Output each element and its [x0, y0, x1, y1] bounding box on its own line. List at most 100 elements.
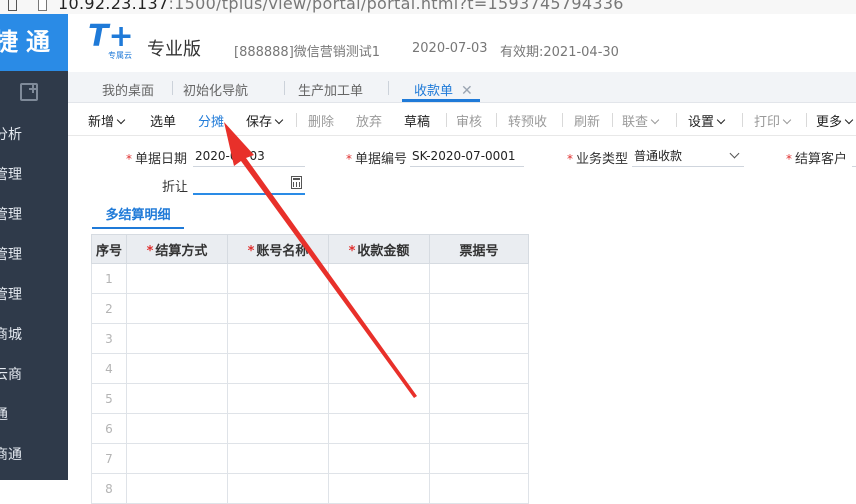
column-header-settle-method-label: 结算方式: [155, 243, 208, 259]
cell-bill-no[interactable]: [429, 443, 529, 474]
settings-button[interactable]: 设置: [688, 111, 726, 130]
table-row: 7: [91, 443, 529, 474]
more-button[interactable]: 更多: [816, 111, 854, 130]
required-marker: *: [247, 243, 255, 259]
table-row: 6: [91, 413, 529, 444]
sidebar-item[interactable]: 管理: [0, 204, 64, 224]
sidebar-item[interactable]: 商通: [0, 444, 64, 464]
row-number: 6: [91, 413, 127, 444]
cell-account-name[interactable]: [227, 473, 329, 504]
tab-production-order[interactable]: 生产加工单: [298, 80, 363, 99]
sidebar-item[interactable]: 商城: [0, 324, 64, 344]
linked-query-button[interactable]: 联查: [622, 111, 660, 130]
column-header-amount: * 收款金额: [328, 234, 430, 264]
cell-amount[interactable]: [328, 293, 430, 324]
tab-receipt[interactable]: 收款单 ✕: [414, 80, 473, 99]
sidebar-item[interactable]: 管理: [0, 284, 64, 304]
print-label: 打印: [754, 115, 781, 130]
cell-settle-method[interactable]: [126, 353, 228, 384]
sidebar-item[interactable]: 云商: [0, 364, 64, 384]
doc-date-input[interactable]: 2020-07-03: [193, 146, 305, 167]
select-button[interactable]: 选单: [150, 111, 176, 130]
save-button[interactable]: 保存: [246, 111, 284, 130]
cell-amount[interactable]: [328, 263, 430, 294]
doc-no-label-text: 单据编号: [355, 152, 408, 167]
settlement-detail-grid: 序号 * 结算方式 * 账号名称 * 收款金额 票据号 1 2 3 4 5 6 7 8: [91, 234, 529, 504]
cell-settle-method[interactable]: [126, 473, 228, 504]
cell-account-name[interactable]: [227, 323, 329, 354]
more-label: 更多: [816, 115, 843, 130]
cell-amount[interactable]: [328, 383, 430, 414]
row-number: 2: [91, 293, 127, 324]
cell-amount[interactable]: [328, 413, 430, 444]
delete-button[interactable]: 删除: [308, 111, 334, 130]
biz-type-select[interactable]: 普通收款: [632, 146, 744, 167]
required-marker: *: [786, 152, 792, 166]
cell-account-name[interactable]: [227, 353, 329, 384]
tab-divider: [284, 81, 285, 95]
cell-bill-no[interactable]: [429, 323, 529, 354]
customer-input[interactable]: [852, 146, 856, 167]
cell-settle-method[interactable]: [126, 443, 228, 474]
audit-button[interactable]: 审核: [456, 111, 482, 130]
cell-settle-method[interactable]: [126, 293, 228, 324]
cell-settle-method[interactable]: [126, 323, 228, 354]
cell-account-name[interactable]: [227, 263, 329, 294]
row-number: 3: [91, 323, 127, 354]
tab-my-desktop[interactable]: 我的桌面: [102, 80, 154, 99]
cell-amount[interactable]: [328, 443, 430, 474]
cell-bill-no[interactable]: [429, 413, 529, 444]
cell-bill-no[interactable]: [429, 473, 529, 504]
cell-account-name[interactable]: [227, 413, 329, 444]
draft-button[interactable]: 草稿: [404, 111, 430, 130]
discount-input[interactable]: [193, 173, 305, 195]
cell-amount[interactable]: [328, 353, 430, 384]
add-shortcut-icon[interactable]: [20, 83, 38, 101]
cell-bill-no[interactable]: [429, 353, 529, 384]
url-text[interactable]: 10.92.23.137:1500/tplus/view/portal/port…: [58, 0, 624, 13]
doc-no-input[interactable]: SK-2020-07-0001: [410, 146, 524, 167]
customer-label: * 结算客户: [786, 148, 847, 167]
cell-amount[interactable]: [328, 323, 430, 354]
tab-init-guide[interactable]: 初始化导航: [183, 80, 248, 99]
toolbar-divider: [676, 113, 677, 127]
table-row: 5: [91, 383, 529, 414]
cell-bill-no[interactable]: [429, 293, 529, 324]
sidebar-item[interactable]: 管理: [0, 244, 64, 264]
prepay-button[interactable]: 转预收: [508, 111, 547, 130]
discard-button[interactable]: 放弃: [356, 111, 382, 130]
cell-bill-no[interactable]: [429, 383, 529, 414]
split-button[interactable]: 分摊: [198, 111, 224, 130]
url-host: 10.92.23.137: [58, 0, 169, 13]
logo-mark: T+: [88, 19, 134, 54]
new-button[interactable]: 新增: [88, 111, 126, 130]
print-button[interactable]: 打印: [754, 111, 792, 130]
cell-settle-method[interactable]: [126, 413, 228, 444]
cell-settle-method[interactable]: [126, 263, 228, 294]
cell-account-name[interactable]: [227, 443, 329, 474]
cell-account-name[interactable]: [227, 383, 329, 414]
sidebar-item[interactable]: 分析: [0, 124, 64, 144]
refresh-button[interactable]: 刷新: [574, 111, 600, 130]
close-icon[interactable]: ✕: [461, 83, 473, 99]
browser-address-bar[interactable]: 10.92.23.137:1500/tplus/view/portal/port…: [0, 0, 856, 15]
column-header-account-name-label: 账号名称: [256, 243, 309, 259]
biz-type-label-text: 业务类型: [576, 152, 629, 167]
column-header-bill-no: 票据号: [429, 234, 529, 264]
save-label: 保存: [246, 115, 273, 130]
toolbar-divider: [296, 113, 297, 127]
sidebar-item[interactable]: 管理: [0, 164, 64, 184]
customer-label-text: 结算客户: [795, 152, 848, 167]
sidebar-item[interactable]: 通: [0, 404, 64, 424]
cell-amount[interactable]: [328, 473, 430, 504]
cell-bill-no[interactable]: [429, 263, 529, 294]
toolbar-divider: [496, 113, 497, 127]
tab-multi-settlement[interactable]: 多结算明细: [92, 204, 184, 229]
biz-type-value: 普通收款: [634, 149, 683, 163]
cell-account-name[interactable]: [227, 293, 329, 324]
row-number: 7: [91, 443, 127, 474]
row-number: 4: [91, 353, 127, 384]
chevron-down-icon: [729, 148, 740, 159]
calculator-icon[interactable]: [291, 176, 302, 189]
cell-settle-method[interactable]: [126, 383, 228, 414]
